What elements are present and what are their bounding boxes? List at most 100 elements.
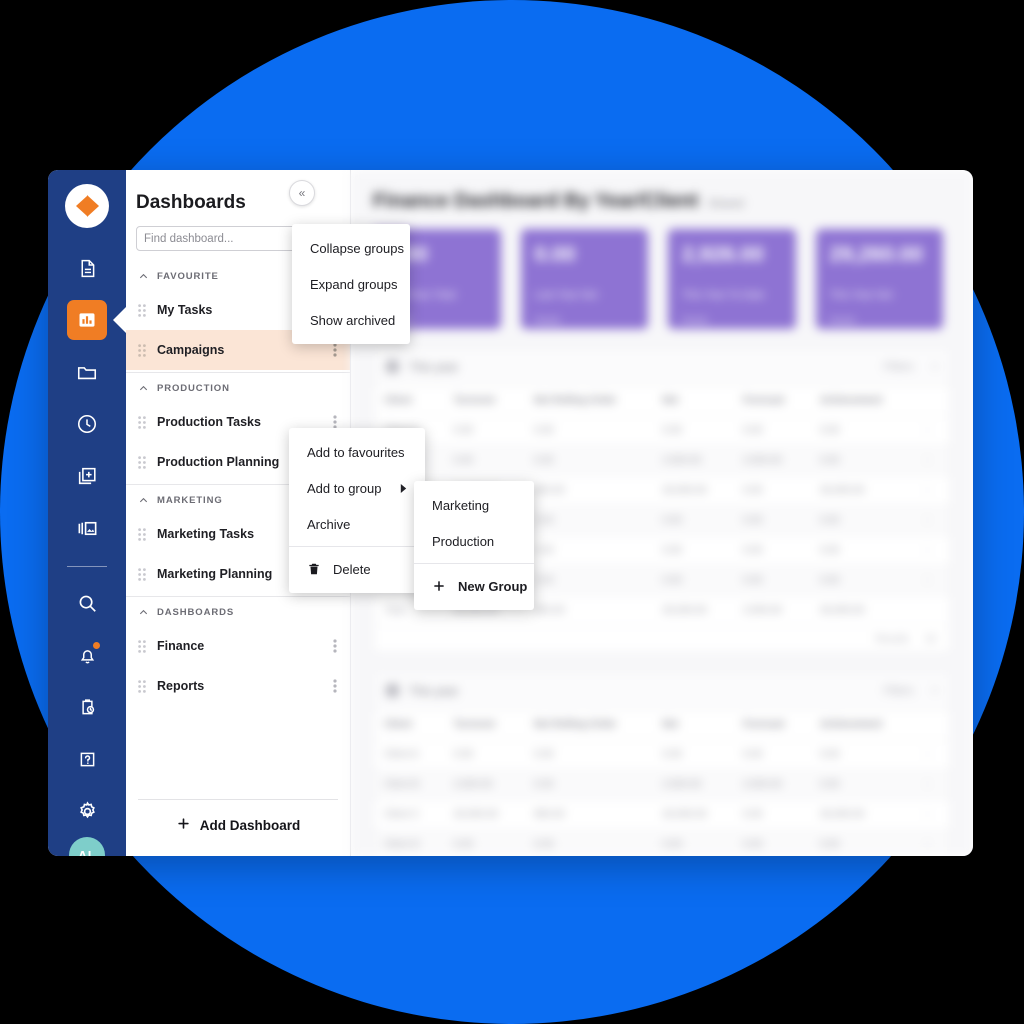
- rail-item-document[interactable]: [67, 248, 107, 288]
- cell: 950.00: [523, 475, 653, 506]
- drag-handle-icon[interactable]: [138, 415, 150, 429]
- nav-divider: [126, 372, 350, 373]
- cell: 2,500.00: [732, 595, 810, 626]
- row-kebab[interactable]: ⋮: [912, 505, 950, 536]
- row-kebab[interactable]: ⋮: [912, 769, 950, 800]
- nav-item-label: Reports: [157, 679, 205, 693]
- rail-item-tasks[interactable]: [67, 687, 107, 727]
- cell: 2,500.00: [732, 445, 810, 476]
- menu-item-add-to-group[interactable]: Add to group: [289, 470, 425, 506]
- search-input[interactable]: [144, 232, 298, 245]
- cell: Client B: [374, 769, 444, 800]
- kpi-label: Last Year Net: [534, 289, 598, 301]
- kebab-menu-icon[interactable]: [328, 343, 342, 357]
- cell: 26,000.00: [809, 799, 913, 830]
- menu-item-group-production[interactable]: Production: [414, 523, 534, 559]
- drag-handle-icon[interactable]: [138, 527, 150, 541]
- card-toolbar-filters[interactable]: Filters: [884, 685, 914, 697]
- rail-item-settings[interactable]: [67, 791, 107, 831]
- kebab-menu-icon[interactable]: [328, 679, 342, 693]
- col-header: Turnover: [443, 386, 524, 416]
- group-header-label: FAVOURITE: [157, 271, 219, 282]
- nav-item-reports[interactable]: Reports: [126, 666, 350, 706]
- card-toolbar: Filters +: [884, 685, 938, 697]
- cell: 0.00: [809, 505, 913, 536]
- rail-item-folder[interactable]: [67, 352, 107, 392]
- row-kebab[interactable]: ⋮: [912, 535, 950, 566]
- cell: 950.00: [523, 799, 653, 830]
- rail-item-search[interactable]: [67, 583, 107, 623]
- menu-item-group-marketing[interactable]: Marketing: [414, 487, 534, 523]
- cell: 0.00: [809, 565, 913, 596]
- collapse-panel-button[interactable]: «: [289, 180, 315, 206]
- menu-item-show-archived[interactable]: Show archived: [292, 302, 410, 338]
- nav-item-finance[interactable]: Finance: [126, 626, 350, 666]
- drag-handle-icon[interactable]: [138, 455, 150, 469]
- group-header-production[interactable]: PRODUCTION: [126, 375, 350, 402]
- row-kebab[interactable]: ⋮: [912, 415, 950, 446]
- row-kebab[interactable]: ⋮: [912, 829, 950, 856]
- row-kebab[interactable]: ⋮: [912, 799, 950, 830]
- menu-item-new-group[interactable]: New Group: [414, 568, 534, 604]
- rail-item-gallery[interactable]: [67, 508, 107, 548]
- add-dashboard-label: Add Dashboard: [199, 817, 301, 833]
- menu-divider: [289, 546, 425, 547]
- drag-handle-icon[interactable]: [138, 303, 150, 317]
- menu-item-delete[interactable]: Delete: [289, 551, 425, 587]
- add-dashboard-button[interactable]: Add Dashboard: [126, 816, 350, 834]
- row-kebab[interactable]: ⋮: [912, 445, 950, 476]
- cell: 0.00: [652, 565, 733, 596]
- col-header: Achievement: [809, 386, 913, 416]
- menu-divider: [414, 563, 534, 564]
- menu-item-archive[interactable]: Archive: [289, 506, 425, 542]
- cell: 26,000.00: [443, 799, 524, 830]
- cell: Client C: [374, 799, 444, 830]
- kpi-card: 2,926.00 This Year To Date Details: [668, 229, 796, 329]
- menu-item-collapse-groups[interactable]: Collapse groups: [292, 230, 410, 266]
- card-toolbar-add[interactable]: +: [932, 361, 938, 373]
- table-row: Client B 2,500.00 0.00 2,500.00 2,500.00…: [374, 769, 950, 800]
- table-header-row: Client Turnover Net Rolling Order Net Fo…: [374, 386, 950, 416]
- double-chevron-left-icon: «: [298, 186, 306, 200]
- cell: Client A: [374, 739, 444, 770]
- trash-icon: [307, 562, 321, 576]
- cell: 2,500.00: [443, 769, 524, 800]
- cell: 0.00: [443, 415, 524, 446]
- rail-item-dashboards[interactable]: [67, 300, 107, 340]
- plus-icon: [432, 579, 446, 593]
- row-kebab[interactable]: ⋮: [912, 475, 950, 506]
- group-header-dashboards[interactable]: DASHBOARDS: [126, 599, 350, 626]
- drag-handle-icon[interactable]: [138, 639, 150, 653]
- kpi-footer: Details: [534, 315, 561, 325]
- avatar[interactable]: AL: [69, 837, 105, 856]
- col-header: Net: [652, 710, 733, 740]
- group-header-label: PRODUCTION: [157, 383, 230, 394]
- cell: 0.00: [523, 505, 653, 536]
- kebab-menu-icon[interactable]: [328, 639, 342, 653]
- rail-item-add-copy[interactable]: [67, 456, 107, 496]
- drag-handle-icon[interactable]: [138, 343, 150, 357]
- card-toolbar-filters[interactable]: Filters: [884, 361, 914, 373]
- kpi-label: This Year Net: [829, 289, 893, 301]
- col-header: Forecast: [732, 386, 810, 416]
- left-icon-rail: AL Powered by ➤encodify: [48, 170, 126, 856]
- rail-item-help[interactable]: [67, 739, 107, 779]
- row-kebab[interactable]: ⋮: [912, 565, 950, 596]
- card-toolbar: Filters +: [884, 361, 938, 373]
- group-header-label: MARKETING: [157, 495, 223, 506]
- drag-handle-icon[interactable]: [138, 679, 150, 693]
- kebab-menu-icon[interactable]: [328, 415, 342, 429]
- cell: 0.00: [732, 415, 810, 446]
- card-icon: [386, 684, 399, 697]
- cell: 0.00: [732, 475, 810, 506]
- card-toolbar-add[interactable]: +: [932, 685, 938, 697]
- menu-item-expand-groups[interactable]: Expand groups: [292, 266, 410, 302]
- rail-item-notifications[interactable]: [67, 635, 107, 675]
- encodify-logo[interactable]: [65, 184, 109, 228]
- cell: 0.00: [523, 769, 653, 800]
- drag-handle-icon[interactable]: [138, 567, 150, 581]
- row-kebab[interactable]: ⋮: [912, 739, 950, 770]
- rail-item-recent[interactable]: [67, 404, 107, 444]
- menu-item-add-to-favourites[interactable]: Add to favourites: [289, 434, 425, 470]
- cell: 26,000.00: [652, 475, 733, 506]
